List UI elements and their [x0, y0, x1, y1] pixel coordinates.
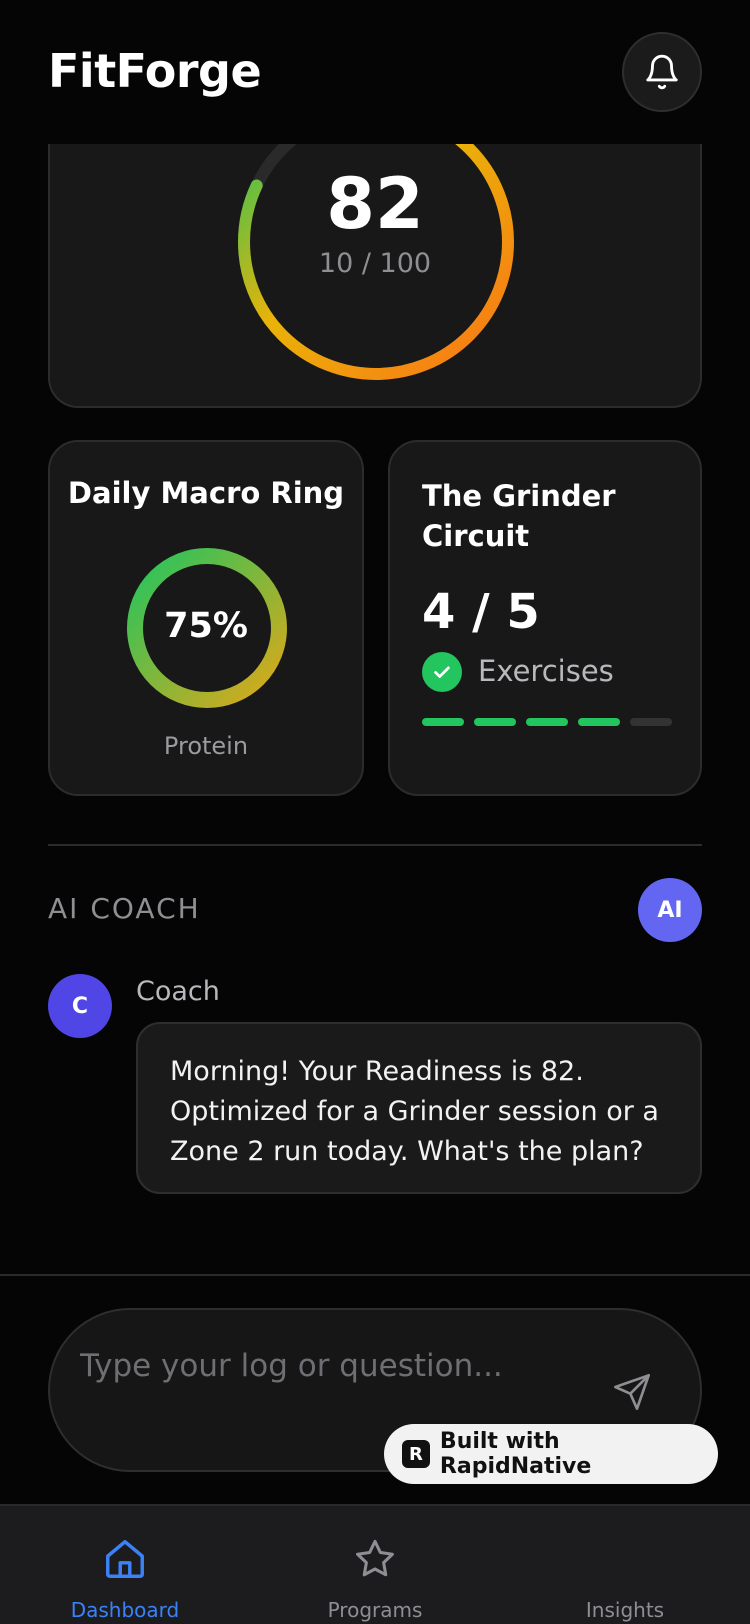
send-icon [614, 1374, 650, 1410]
home-icon [100, 1534, 150, 1584]
ai-badge[interactable]: AI [638, 878, 702, 942]
exercise-count: 4 / 5 [422, 584, 540, 640]
rapidnative-logo: R [402, 1440, 430, 1468]
tab-programs-label: Programs [327, 1598, 423, 1622]
tab-programs[interactable]: Programs [250, 1506, 500, 1624]
macro-ring-card[interactable]: Daily Macro Ring 75% Protein [48, 440, 364, 796]
built-with-badge[interactable]: R Built with RapidNative [384, 1424, 718, 1484]
star-icon [350, 1534, 400, 1584]
coach-message-bubble: Morning! Your Readiness is 82. Optimized… [136, 1022, 702, 1194]
notifications-button[interactable] [622, 32, 702, 112]
exercise-segment [422, 718, 464, 726]
grinder-circuit-card[interactable]: The Grinder Circuit 4 / 5 Exercises [388, 440, 702, 796]
readiness-subtitle: 10 / 100 [318, 248, 432, 279]
exercise-segment [474, 718, 516, 726]
app-title: FitForge [48, 44, 262, 98]
macro-percent: 75% [164, 606, 248, 646]
chart-icon [600, 1534, 650, 1584]
tab-insights-label: Insights [585, 1598, 665, 1622]
check-icon [422, 652, 462, 692]
ai-coach-heading: AI COACH [48, 892, 201, 925]
exercise-segment [578, 718, 620, 726]
tab-insights[interactable]: Insights [500, 1506, 750, 1624]
grinder-card-title: The Grinder Circuit [422, 479, 616, 553]
built-with-text: Built with RapidNative [439, 1429, 592, 1479]
coach-avatar: C [48, 974, 112, 1038]
composer-divider [0, 1274, 750, 1276]
bell-icon [646, 54, 678, 90]
exercise-segment [526, 718, 568, 726]
send-button[interactable] [608, 1368, 656, 1416]
tab-dashboard-label: Dashboard [70, 1598, 180, 1622]
log-input[interactable] [80, 1344, 580, 1388]
bottom-tab-bar: Dashboard Programs Insights [0, 1504, 750, 1624]
macro-card-title: Daily Macro Ring [67, 476, 345, 510]
exercises-label: Exercises [478, 654, 614, 688]
section-divider [48, 844, 702, 846]
tab-dashboard[interactable]: Dashboard [0, 1506, 250, 1624]
coach-name: Coach [136, 976, 220, 1007]
app-header: FitForge [0, 0, 750, 144]
macro-label: Protein [163, 732, 249, 760]
exercise-segment [630, 718, 672, 726]
readiness-score: 82 [326, 163, 424, 245]
